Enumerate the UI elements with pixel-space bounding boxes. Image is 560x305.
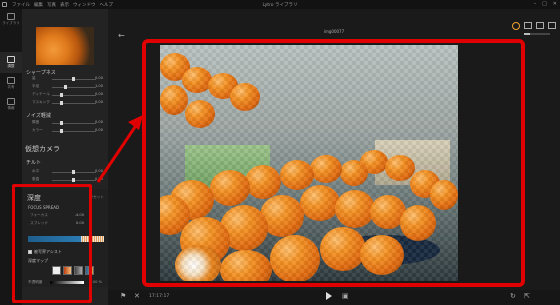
flag-icon[interactable]: ⚑ (120, 293, 126, 300)
living-picture-icon[interactable] (512, 22, 520, 30)
slider-value: 0.00 (94, 128, 103, 132)
viewer-topbar: ← img00077 (108, 9, 560, 40)
menu-bar: ファイル 編集 写真 表示 ウィンドウ ヘルプ Lytro ライブラリ – □ … (0, 0, 560, 9)
zoom-slider[interactable] (524, 33, 550, 35)
rotate-icon[interactable]: ↻ (510, 293, 516, 300)
slider-value: 1.00 (94, 84, 103, 88)
slider-track[interactable] (52, 123, 96, 124)
export-icon[interactable]: ⇱ (524, 293, 530, 300)
slider-label: 輝度 (32, 120, 40, 124)
slider-track[interactable] (52, 87, 96, 88)
info-icon (7, 98, 15, 105)
menu-help[interactable]: ヘルプ (100, 2, 114, 8)
virtual-camera-heading: 仮想カメラ (25, 145, 60, 153)
photo-highlight (142, 39, 525, 287)
slider-row[interactable]: 水平 0.00 (26, 169, 106, 175)
file-name: img00077 (323, 29, 345, 34)
timestamp: 17:17:17 (149, 294, 170, 299)
slider-label: カラー (32, 128, 43, 132)
slider-value: 0.00 (94, 177, 103, 181)
rail-label: 情報 (7, 106, 15, 110)
depth-highlight (12, 184, 92, 303)
noise-heading: ノイズ軽減 (26, 113, 51, 119)
opacity-value: 100 % (90, 280, 102, 284)
film-icon[interactable]: ▣ (342, 293, 349, 300)
menu-edit[interactable]: 編集 (34, 2, 43, 8)
rail-item-adjust[interactable]: 調整 (0, 52, 22, 73)
menu-window[interactable]: ウィンドウ (73, 2, 96, 8)
slider-value: 0.00 (94, 120, 103, 124)
slider-label: ディテール (32, 92, 50, 96)
rail-label: 共有 (7, 85, 15, 89)
slider-label: マスキング (32, 100, 50, 104)
sharpness-heading: シャープネス (26, 70, 56, 76)
rail-item-info[interactable]: 情報 (0, 94, 22, 115)
slider-row[interactable]: マスキング 0.00 (26, 100, 106, 106)
share-icon (7, 77, 15, 84)
menu: ファイル 編集 写真 表示 ウィンドウ ヘルプ (12, 2, 113, 8)
slider-row[interactable]: 垂直 0.00 (26, 177, 106, 183)
slider-knob[interactable] (72, 77, 75, 81)
window-controls: – □ ✕ (534, 1, 557, 7)
slider-knob[interactable] (60, 93, 63, 97)
slider-knob[interactable] (72, 178, 75, 182)
slider-label: 垂直 (32, 177, 40, 181)
view-mode-icons (512, 22, 556, 30)
single-view-icon[interactable] (524, 22, 532, 29)
slider-row[interactable]: 半径 1.00 (26, 84, 106, 90)
adjust-icon (7, 56, 15, 63)
slider-value: 0.00 (94, 100, 103, 104)
zoom-knob[interactable] (524, 33, 530, 35)
delete-icon[interactable]: ✕ (134, 293, 140, 300)
menu-view[interactable]: 表示 (60, 2, 69, 8)
app-logo-icon (0, 0, 9, 9)
slider-knob[interactable] (60, 101, 63, 105)
slider-knob[interactable] (72, 170, 75, 174)
rail-item-share[interactable]: 共有 (0, 73, 22, 94)
menu-file[interactable]: ファイル (12, 2, 30, 8)
close-icon[interactable]: ✕ (553, 1, 557, 7)
slider-row[interactable]: 輝度 0.00 (26, 120, 106, 126)
rail-label: 調整 (7, 64, 15, 68)
slider-knob[interactable] (64, 85, 67, 89)
slider-track[interactable] (52, 103, 96, 104)
slider-row[interactable]: 量 0.00 (26, 76, 106, 82)
library-icon (7, 13, 15, 20)
slider-label: 半径 (32, 84, 40, 88)
compare-view-icon[interactable] (548, 22, 556, 29)
slider-value: 0.00 (94, 76, 103, 80)
photo-thumbnail (36, 27, 94, 65)
slider-track[interactable] (52, 95, 96, 96)
rail-label: ライブラリ (2, 21, 20, 25)
slider-row[interactable]: カラー 0.00 (26, 128, 106, 134)
slider-label: 水平 (32, 169, 40, 173)
rail-item-library[interactable]: ライブラリ (0, 9, 22, 30)
slider-track[interactable] (52, 131, 96, 132)
tilt-heading: チルト (26, 160, 42, 166)
grid-view-icon[interactable] (536, 22, 544, 29)
maximize-icon[interactable]: □ (542, 1, 547, 7)
menu-photo[interactable]: 写真 (47, 2, 56, 8)
slider-row[interactable]: ディテール 0.00 (26, 92, 106, 98)
slider-value: 0.00 (94, 92, 103, 96)
slider-knob[interactable] (60, 129, 63, 133)
slider-label: 量 (32, 76, 36, 80)
slider-value: 0.00 (94, 169, 103, 173)
minimize-icon[interactable]: – (534, 1, 537, 7)
play-icon[interactable] (326, 292, 332, 300)
viewer-bottombar: ⚑ ✕ 17:17:17 ▣ ↻ ⇱ (108, 290, 560, 305)
slider-knob[interactable] (60, 121, 63, 125)
